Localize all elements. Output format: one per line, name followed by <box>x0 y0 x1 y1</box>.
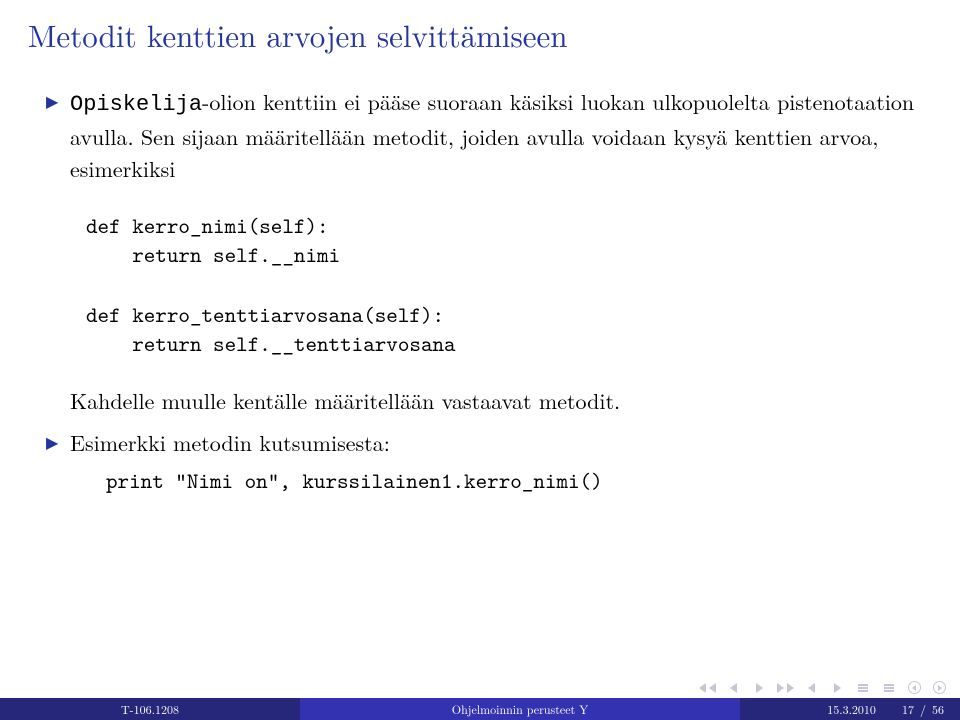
footer-page-current: 17 <box>902 701 914 718</box>
footer-course-name: Ohjelmoinnin perusteet Y <box>300 698 740 720</box>
nav-prev-section-icon[interactable] <box>804 682 818 694</box>
inline-code: print "Nimi on", kurssilainen1.kerro_nim… <box>106 465 932 497</box>
nav-undo-icon[interactable] <box>908 681 921 694</box>
footer-bar: T-106.1208 Ohjelmoinnin perusteet Y 15.3… <box>0 698 960 720</box>
nav-redo-icon[interactable] <box>933 681 946 694</box>
code-block: def kerro_nimi(self): return self.__nimi… <box>86 211 932 359</box>
footer-course-code: T-106.1208 <box>0 698 300 720</box>
nav-outline-2-icon[interactable] <box>882 682 896 694</box>
bullet-item-1: ▶ Opiskelija-olion kenttiin ei pääse suo… <box>46 86 932 185</box>
triangle-bullet-icon: ▶ <box>46 89 58 112</box>
nav-next-section-icon[interactable] <box>830 682 844 694</box>
footer-date: 15.3.2010 <box>827 701 876 718</box>
footer-page-slash: / <box>914 701 932 718</box>
nav-icons <box>700 681 946 694</box>
nav-prev-icon[interactable] <box>726 682 740 694</box>
slide-title: Metodit kenttien arvojen selvittämiseen <box>28 12 932 56</box>
content-area: ▶ Opiskelija-olion kenttiin ei pääse suo… <box>46 86 932 497</box>
slide: Metodit kenttien arvojen selvittämiseen … <box>0 0 960 720</box>
nav-next-icon[interactable] <box>752 682 766 694</box>
nav-first-icon[interactable] <box>700 682 714 694</box>
triangle-bullet-icon: ▶ <box>46 430 58 453</box>
bullet-item-2: ▶ Esimerkki metodin kutsumisesta: <box>46 427 932 459</box>
bullet-1-code-word: Opiskelija <box>70 92 202 117</box>
footer-right: 15.3.2010 17 / 56 <box>740 698 960 720</box>
bullet-2-text: Esimerkki metodin kutsumisesta: <box>70 427 390 458</box>
nav-last-icon[interactable] <box>778 682 792 694</box>
footer-page-sep <box>886 701 892 718</box>
footer-page-total: 56 <box>932 701 944 718</box>
nav-outline-icon[interactable] <box>856 682 870 694</box>
note-text: Kahdelle muulle kentälle määritellään va… <box>70 385 932 417</box>
